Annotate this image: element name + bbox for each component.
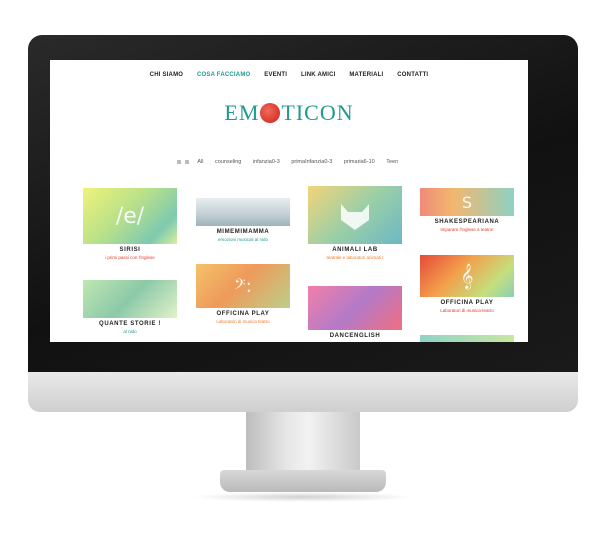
treble-clef-icon: 𝄞	[460, 263, 474, 289]
card-title: SIRISI	[119, 247, 141, 253]
monitor-stand	[246, 412, 360, 474]
monitor-chin	[28, 372, 578, 412]
nav-item-cosa-facciamo[interactable]: COSA FACCIAMO	[197, 72, 250, 78]
nav-item-link-amici[interactable]: LINK AMICI	[301, 72, 335, 78]
card-subtitle: i primi passi con l'inglese	[105, 255, 155, 260]
card-thumbnail	[420, 335, 514, 342]
card-thumbnail: /e/	[83, 188, 177, 244]
portfolio-card[interactable]: QUANTE STORIE ! al nido	[83, 280, 177, 334]
nav-item-eventi[interactable]: EVENTI	[264, 72, 287, 78]
nav-item-contatti[interactable]: CONTATTI	[397, 72, 428, 78]
card-subtitle: Imparare l'inglese a teatro!	[440, 227, 494, 232]
filter-all[interactable]: All	[197, 159, 203, 165]
portfolio-card[interactable]: DANCENGLISH	[308, 286, 402, 339]
card-thumbnail	[196, 198, 290, 226]
nav-item-materiali[interactable]: MATERIALI	[349, 72, 383, 78]
portfolio-card[interactable]: 𝄞 OFFICINA PLAY Laboratori di musica-tea…	[420, 255, 514, 313]
card-title: QUANTE STORIE !	[99, 321, 161, 327]
top-navigation: CHI SIAMO COSA FACCIAMO EVENTI LINK AMIC…	[50, 72, 528, 78]
fox-icon	[341, 204, 369, 230]
card-title: MIMEMIMAMMA	[216, 229, 270, 235]
filter-counseling[interactable]: counseling	[215, 159, 241, 165]
logo-mark-icon	[260, 103, 281, 123]
filter-teen[interactable]: Teen	[386, 159, 398, 165]
portfolio-filter-bar: All counseling infanzia0-3 primaInfanzia…	[50, 159, 528, 165]
portfolio-card[interactable]: S SHAKESPEARIANA Imparare l'inglese a te…	[420, 188, 514, 232]
card-subtitle: al nido	[123, 329, 137, 334]
site-logo[interactable]: EM TICON	[50, 100, 528, 126]
card-thumbnail	[83, 280, 177, 318]
logo-text-left: EM	[224, 100, 260, 125]
card-subtitle: Laboratori di musica teatro	[216, 319, 270, 324]
card-thumbnail: S	[420, 188, 514, 216]
card-thumbnail: 𝄢:	[196, 264, 290, 308]
nav-item-chi-siamo[interactable]: CHI SIAMO	[150, 72, 183, 78]
portfolio-card[interactable]: /e/ SIRISI i primi passi con l'inglese	[83, 188, 177, 260]
card-title: SHAKESPEARIANA	[434, 219, 500, 225]
monitor-foot	[220, 470, 386, 492]
card-title: DANCENGLISH	[329, 333, 381, 339]
grid-view-icon[interactable]	[176, 159, 181, 164]
portfolio-card[interactable]: 𝄢: OFFICINA PLAY Laboratori di musica te…	[196, 264, 290, 324]
card-subtitle: Laboratori di musica-teatro	[440, 308, 494, 313]
portfolio-card[interactable]: ANIMALI LAB teatrale e laboratori animat…	[308, 186, 402, 260]
portfolio-card[interactable]	[420, 335, 514, 342]
logo-text-right: TICON	[281, 100, 354, 125]
s-letter-icon: S	[461, 192, 473, 212]
portfolio-card[interactable]: MIMEMIMAMMA emozioni musicali al nido	[196, 198, 290, 242]
card-thumbnail	[308, 286, 402, 330]
website-screen: CHI SIAMO COSA FACCIAMO EVENTI LINK AMIC…	[50, 60, 528, 342]
card-thumbnail: 𝄞	[420, 255, 514, 297]
card-thumbnail	[308, 186, 402, 244]
bass-clef-icon: 𝄢:	[234, 275, 252, 297]
card-subtitle: emozioni musicali al nido	[217, 237, 269, 242]
filter-prima-infanzia[interactable]: primaInfanzia0-3	[291, 159, 332, 165]
card-title: OFFICINA PLAY	[216, 311, 270, 317]
list-view-icon[interactable]	[184, 159, 189, 164]
stand-shadow	[190, 492, 416, 502]
filter-primaria[interactable]: primaria6-10	[344, 159, 375, 165]
filter-infanzia[interactable]: infanzia0-3	[253, 159, 280, 165]
card-title: ANIMALI LAB	[332, 247, 378, 253]
card-subtitle: teatrale e laboratori animati t	[326, 255, 384, 260]
card-title: OFFICINA PLAY	[440, 300, 494, 306]
slash-e-icon: /e/	[115, 203, 145, 229]
